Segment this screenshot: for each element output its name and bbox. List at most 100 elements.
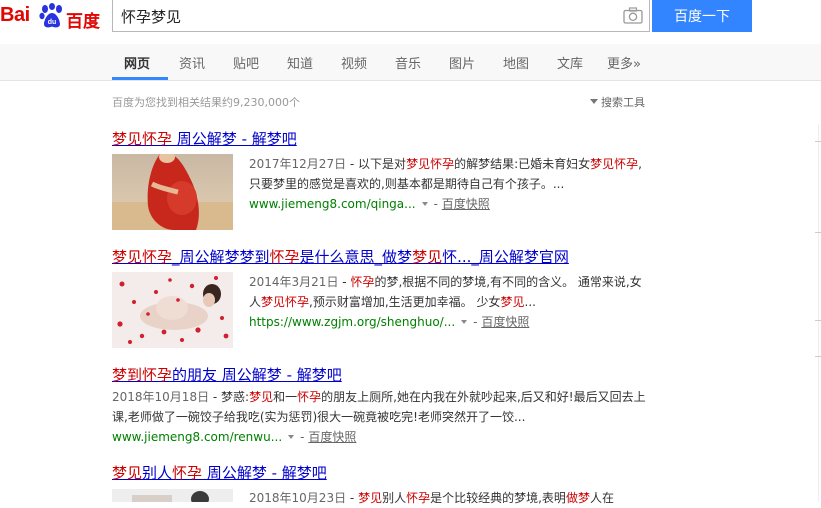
chevron-down-icon[interactable] — [288, 435, 295, 439]
result-url[interactable]: www.jiemeng8.com/qinga... — [249, 197, 416, 211]
search-result: 梦见怀孕 周公解梦 - 解梦吧 2017年12月27日 - 以下是对梦见怀孕的解… — [112, 128, 652, 230]
search-tools-label: 搜索工具 — [601, 96, 645, 109]
result-thumbnail[interactable] — [112, 154, 233, 230]
search-box — [112, 0, 650, 32]
header: Bai du 百度 百度一下 网页 资讯 贴吧 知道 视频 音乐 图片 地图 文… — [0, 0, 821, 81]
result-date: 2014年3月21日 — [249, 275, 339, 289]
result-url[interactable]: https://www.zgjm.org/shenghuo/... — [249, 315, 455, 329]
result-title-link[interactable]: 梦见别人怀孕 周公解梦 - 解梦吧 — [112, 462, 652, 483]
result-url[interactable]: www.jiemeng8.com/renwu... — [112, 430, 282, 444]
result-date: 2017年12月27日 — [249, 157, 347, 171]
snippet-highlight: 梦见 — [590, 157, 615, 171]
result-date: 2018年10月18日 — [112, 390, 210, 404]
tab-video[interactable]: 视频 — [341, 53, 367, 72]
cached-snapshot-link[interactable]: 百度快照 — [308, 430, 356, 444]
snippet-highlight: 梦见怀孕 — [261, 295, 310, 309]
snippet-text: - 梦惑: — [209, 390, 250, 404]
title-text: 怀..._周公解梦官网 — [442, 248, 569, 266]
tab-tieba[interactable]: 贴吧 — [233, 53, 259, 72]
snippet-text: ... — [524, 295, 536, 309]
search-result: 梦到怀孕的朋友 周公解梦 - 解梦吧 2018年10月18日 - 梦惑:梦见和一… — [112, 364, 652, 447]
svg-text:du: du — [48, 19, 57, 26]
title-highlight: 梦见 — [112, 464, 143, 482]
search-result: 梦见怀孕_周公解梦梦到怀孕是什么意思_做梦梦见怀..._周公解梦官网 2014年… — [112, 246, 652, 348]
snippet-highlight: 做梦 — [565, 491, 590, 505]
title-highlight: 怀孕 — [172, 464, 203, 482]
title-highlight: 梦见 — [112, 130, 143, 148]
chevron-down-icon[interactable] — [461, 320, 468, 324]
right-column-tick — [815, 356, 821, 357]
snippet-highlight: 梦见 — [249, 390, 274, 404]
funnel-icon — [590, 99, 598, 104]
title-highlight: 梦到 — [112, 366, 143, 384]
snippet-text: - — [338, 275, 351, 289]
title-text: 是什么意思_做梦 — [299, 248, 413, 266]
title-highlight: 怀孕 — [269, 248, 300, 266]
snippet-text: 的解梦结果:已婚未育妇女 — [454, 157, 591, 171]
result-title-link[interactable]: 梦到怀孕的朋友 周公解梦 - 解梦吧 — [112, 364, 652, 385]
right-column-tick — [815, 141, 821, 142]
tab-web[interactable]: 网页 — [124, 53, 150, 72]
snippet-text: ,预示财富增加,生活更加幸福。 少女 — [309, 295, 501, 309]
snippet-highlight: 梦见 — [500, 295, 525, 309]
snippet-highlight: 怀孕 — [297, 390, 322, 404]
snippet-text: 和一 — [273, 390, 298, 404]
result-date: 2018年10月23日 — [249, 491, 347, 505]
snippet-text: - — [346, 491, 359, 505]
search-input[interactable] — [121, 3, 601, 29]
snippet-highlight: 梦见 — [358, 491, 383, 505]
result-thumbnail[interactable] — [112, 488, 233, 502]
logo-chinese-text: 百度 — [66, 12, 100, 32]
search-tools-button[interactable]: 搜索工具 — [590, 94, 645, 110]
search-button[interactable]: 百度一下 — [652, 0, 752, 32]
snippet-text: 人在 — [589, 491, 614, 505]
snippet-highlight: 怀孕 — [406, 491, 431, 505]
result-title-link[interactable]: 梦见怀孕 周公解梦 - 解梦吧 — [112, 128, 652, 149]
tab-more[interactable]: 更多» — [607, 53, 641, 72]
result-snippet: 2018年10月18日 - 梦惑:梦见和一怀孕的朋友上厕所,她在内我在外就吵起来… — [112, 387, 652, 447]
snippet-text: 别人 — [382, 491, 407, 505]
right-column-divider — [818, 124, 819, 502]
thumbnail-partial — [112, 489, 233, 502]
result-snippet: 2018年10月23日 - 梦见别人怀孕是个比较经典的梦境,表明做梦人在 — [249, 488, 649, 508]
baidu-paw-icon: du — [39, 3, 62, 28]
snippet-highlight: 梦见怀孕 — [406, 157, 455, 171]
result-url-line: www.jiemeng8.com/renwu... - 百度快照 — [112, 430, 357, 444]
title-highlight: 怀孕 — [142, 130, 173, 148]
tab-zhidao[interactable]: 知道 — [287, 53, 313, 72]
tab-music[interactable]: 音乐 — [395, 53, 421, 72]
result-url-line: www.jiemeng8.com/qinga... - 百度快照 — [249, 197, 490, 211]
cached-snapshot-link[interactable]: 百度快照 — [442, 197, 490, 211]
cached-snapshot-link[interactable]: 百度快照 — [481, 315, 529, 329]
result-count: 百度为您找到相关结果约9,230,000个 — [112, 96, 300, 109]
right-column-tick — [815, 320, 821, 321]
title-text: 别人 — [142, 464, 173, 482]
snippet-text: - 以下是对 — [346, 157, 407, 171]
title-highlight: 梦见怀孕 — [112, 248, 173, 266]
title-text: 周公解梦 - 解梦吧 — [172, 130, 297, 148]
thumbnail-woman-rose-petals — [112, 272, 233, 348]
right-column-tick — [815, 232, 821, 233]
chevron-down-icon[interactable] — [421, 202, 428, 206]
result-url-line: https://www.zgjm.org/shenghuo/... - 百度快照 — [249, 315, 530, 329]
title-text: 的朋友 周公解梦 - 解梦吧 — [172, 366, 342, 384]
result-snippet: 2014年3月21日 - 怀孕的梦,根据不同的梦境,有不同的含义。 通常来说,女… — [249, 272, 649, 332]
title-highlight: 梦见 — [412, 248, 443, 266]
snippet-text: 是个比较经典的梦境,表明 — [430, 491, 566, 505]
active-tab-indicator — [112, 77, 168, 80]
tab-news[interactable]: 资讯 — [179, 53, 205, 72]
title-highlight: 怀孕 — [142, 366, 173, 384]
baidu-logo[interactable]: Bai du 百度 — [0, 3, 104, 32]
tab-map[interactable]: 地图 — [503, 53, 529, 72]
logo-latin-text: Bai — [0, 4, 30, 26]
snippet-highlight: 怀孕 — [350, 275, 375, 289]
tab-wenku[interactable]: 文库 — [557, 53, 583, 72]
tab-images[interactable]: 图片 — [449, 53, 475, 72]
camera-icon[interactable] — [623, 7, 643, 24]
thumbnail-pregnant-woman-red-dress — [112, 154, 233, 230]
snippet-highlight: 怀孕 — [614, 157, 639, 171]
search-tabs: 网页 资讯 贴吧 知道 视频 音乐 图片 地图 文库 更多» — [0, 44, 821, 81]
result-title-link[interactable]: 梦见怀孕_周公解梦梦到怀孕是什么意思_做梦梦见怀..._周公解梦官网 — [112, 246, 652, 267]
search-result: 梦见别人怀孕 周公解梦 - 解梦吧 2018年10月23日 - 梦见别人怀孕是个… — [112, 462, 652, 505]
result-thumbnail[interactable] — [112, 272, 233, 348]
